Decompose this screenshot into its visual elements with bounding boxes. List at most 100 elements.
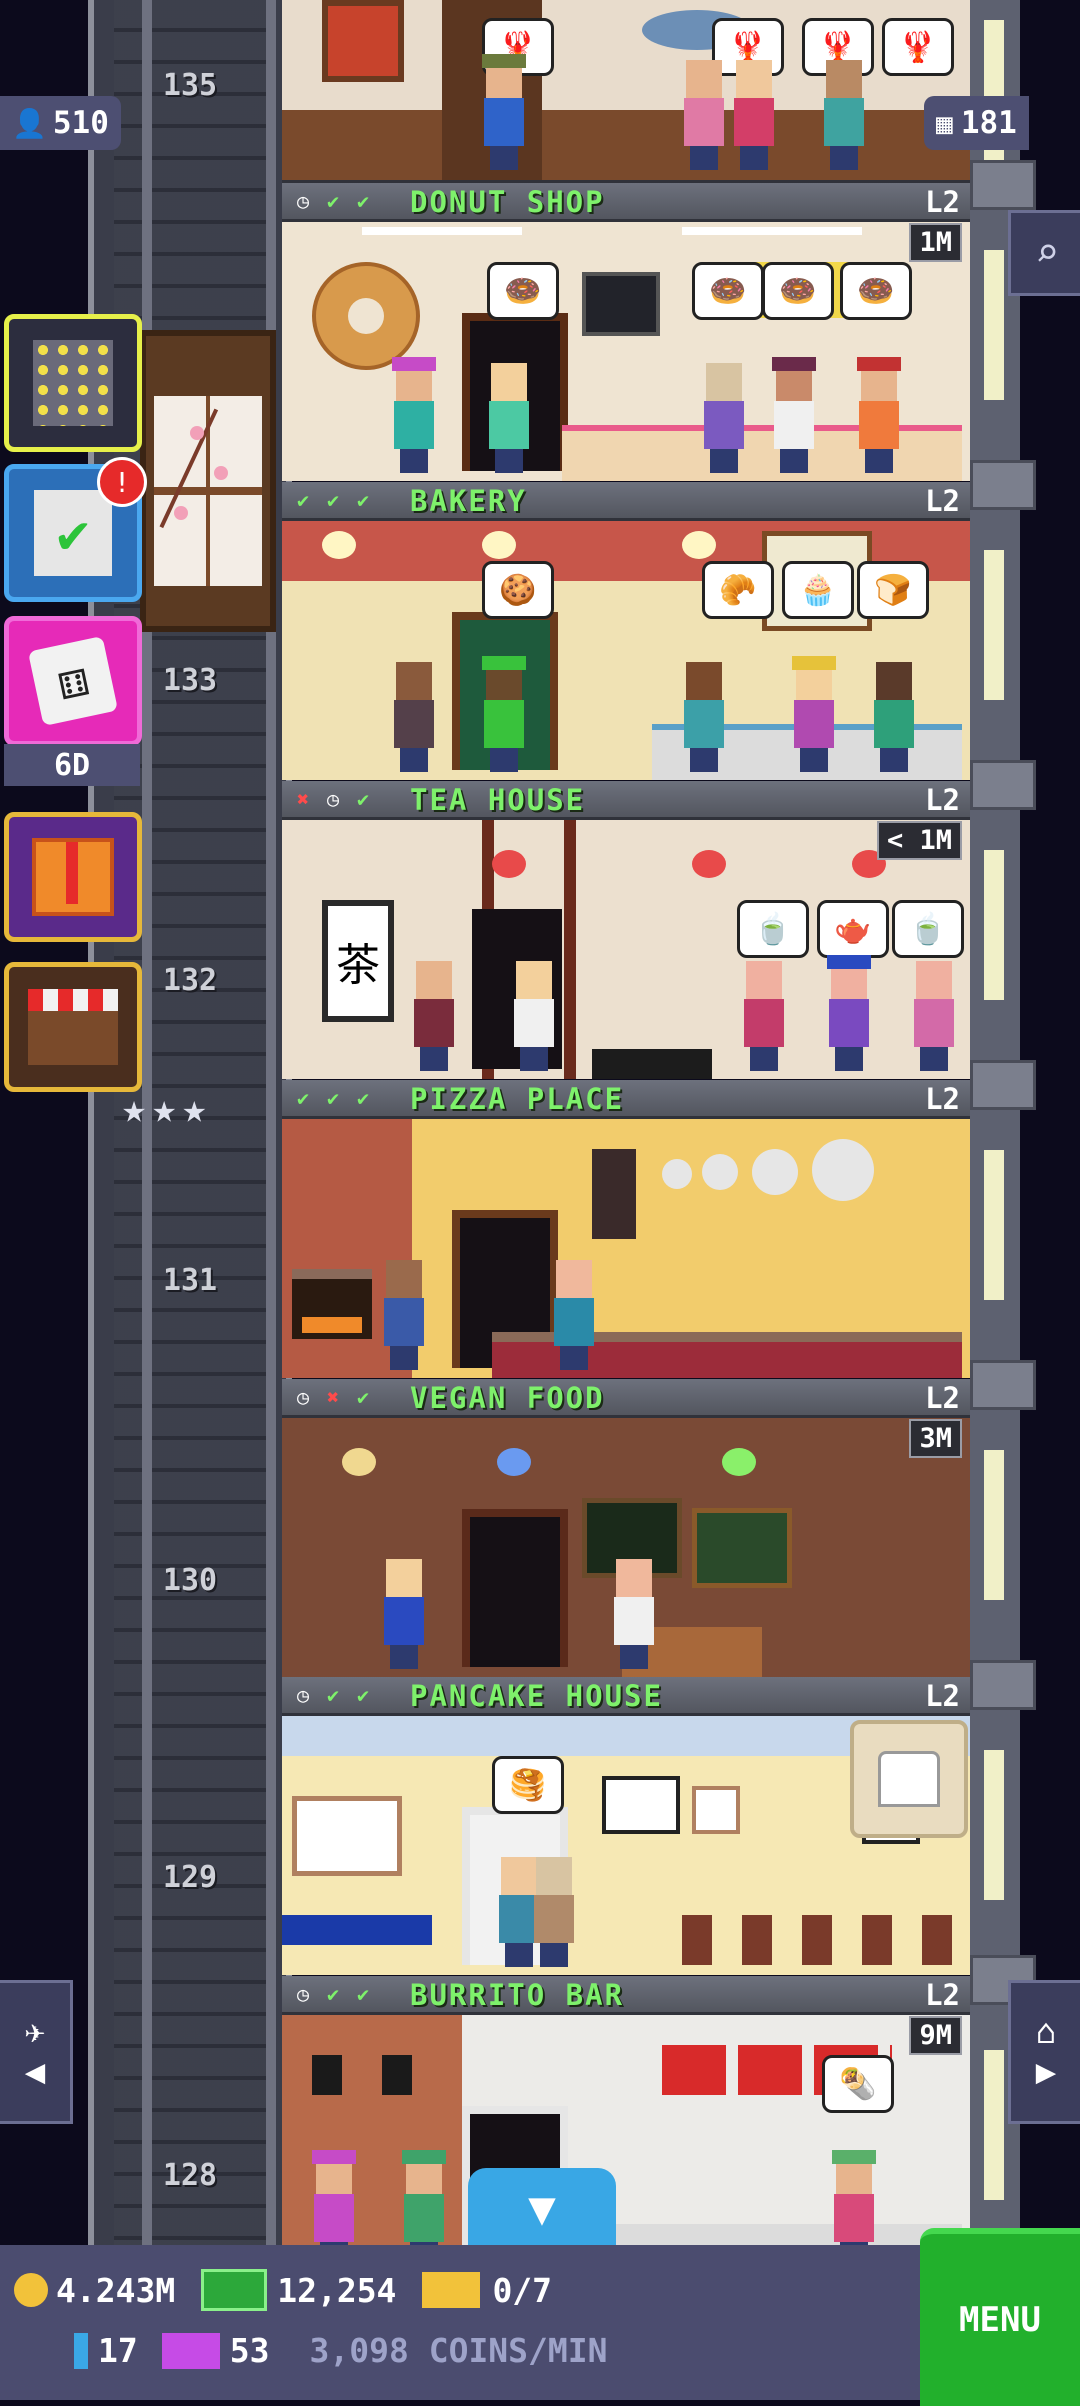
facade-ledge (970, 1060, 1036, 1110)
floor-number-130: 130 (162, 1563, 218, 1598)
check-icon: ✔ (356, 189, 370, 213)
floor-status-icons: ✔ ✔ ✔ (290, 488, 376, 512)
currency-row: 4.243M 12,254 0/7 (14, 2269, 552, 2311)
floor-vegan-food[interactable]: ◷ ✖ ✔ VEGAN FOOD L2 3M (282, 1379, 970, 1677)
floor-header: ◷ ✔ ✔ DONUT SHOP L2 (282, 183, 970, 222)
menu-button[interactable]: MENU (920, 2228, 1080, 2406)
floor-header: ◷ ✔ ✔ PANCAKE HOUSE L2 (282, 1677, 970, 1716)
build-floor-button[interactable] (4, 314, 142, 452)
floor-number-129: 129 (162, 1860, 218, 1895)
floor-header: ✔ ✔ ✔ BAKERY L2 (282, 482, 970, 521)
gift-button[interactable] (4, 812, 142, 942)
scroll-down-button[interactable]: ▼ (468, 2168, 616, 2248)
population-value: 510 (52, 105, 109, 141)
star-icon: ★ (182, 1086, 207, 1132)
floor-room[interactable]: 茶 🍵 🫖 🍵 (282, 820, 970, 1079)
bux-icon (201, 2269, 268, 2311)
floor-name: DONUT SHOP (410, 185, 605, 219)
ticket-icon (422, 2272, 481, 2308)
dice-timer: 6D (4, 744, 140, 786)
bottom-bar: 4.243M 12,254 0/7 17 53 3,098 COINS/MIN (0, 2245, 1080, 2400)
clock-icon: ◷ (296, 189, 310, 213)
check-icon: ✔ (326, 1982, 340, 2006)
elevator-car[interactable] (140, 330, 276, 632)
floor-header: ✔ ✔ ✔ PIZZA PLACE L2 (282, 1080, 970, 1119)
facade-ledge (970, 460, 1036, 510)
arrow-right-icon: ▶ (1035, 2052, 1057, 2092)
floor-number-132: 132 (162, 963, 218, 998)
facade-ledge (970, 1360, 1036, 1410)
zoom-button[interactable]: ⌕ (1008, 210, 1080, 296)
check-icon: ✔ (356, 1982, 370, 2006)
check-icon: ✔ (356, 1086, 370, 1110)
clock-icon: ◷ (296, 1982, 310, 2006)
home-forward-button[interactable]: ⌂ ▶ (1008, 1980, 1080, 2124)
floor-status-icons: ✔ ✔ ✔ (290, 1086, 376, 1110)
check-icon: ✔ (356, 1683, 370, 1707)
check-icon: ✔ (356, 1385, 370, 1409)
clipboard-check-icon: ✔ (34, 490, 112, 576)
clock-icon: ◷ (326, 787, 340, 811)
floors-counter[interactable]: ▦ 181 (924, 96, 1029, 150)
chef-hat-icon[interactable] (850, 1720, 968, 1838)
chevron-down-icon: ▼ (528, 2181, 556, 2235)
floor-room[interactable] (282, 1119, 970, 1378)
airplane-back-button[interactable]: ✈ ◀ (0, 1980, 73, 2124)
floor-header: ◷ ✔ ✔ BURRITO BAR L2 (282, 1976, 970, 2015)
floor-status-icons: ◷ ✔ ✔ (290, 189, 376, 213)
floor-donut-shop[interactable]: ◷ ✔ ✔ DONUT SHOP L2 🍩 🍩 🍩 🍩 1M (282, 183, 970, 481)
coin-icon (14, 2273, 48, 2307)
floor-room[interactable]: 🍩 🍩 🍩 🍩 (282, 222, 970, 481)
key-icon (74, 2332, 88, 2369)
floor-name: TEA HOUSE (410, 783, 586, 817)
person-icon: 👤 (12, 106, 47, 140)
floor-135-room[interactable]: 🦞 🦞 🦞 🦞 (282, 0, 970, 183)
floor-status-icons: ◷ ✖ ✔ (290, 1385, 376, 1409)
x-icon: ✖ (296, 787, 310, 811)
floor-pizza-place[interactable]: ✔ ✔ ✔ PIZZA PLACE L2 (282, 1080, 970, 1378)
floor-name: PIZZA PLACE (410, 1082, 625, 1116)
floor-room[interactable]: 🌯 (282, 2015, 970, 2274)
floor-header: ◷ ✖ ✔ VEGAN FOOD L2 (282, 1379, 970, 1418)
facade-ledge (970, 760, 1036, 810)
floor-burrito-bar[interactable]: ◷ ✔ ✔ BURRITO BAR L2 🌯 9M (282, 1976, 970, 2274)
floor-room[interactable] (282, 1418, 970, 1677)
arrow-left-icon: ◀ (24, 2052, 46, 2092)
floor-level: L2 (925, 185, 960, 219)
vip-icon (161, 2332, 220, 2369)
floor-level: L2 (925, 1082, 960, 1116)
floor-number-128: 128 (162, 2158, 218, 2193)
floor-level: L2 (925, 783, 960, 817)
floor-status-icons: ◷ ✔ ✔ (290, 1683, 376, 1707)
floor-header: ✖ ◷ ✔ TEA HOUSE L2 (282, 781, 970, 820)
check-icon: ✔ (356, 787, 370, 811)
market-stall-button[interactable] (4, 962, 142, 1092)
tea-sign: 茶 (322, 900, 394, 1022)
building-icon (33, 340, 113, 426)
resource-row: 17 53 3,098 COINS/MIN (74, 2331, 608, 2370)
floor-bakery[interactable]: ✔ ✔ ✔ BAKERY L2 🍪 🥐 🧁 🍞 (282, 482, 970, 780)
floor-level: L2 (925, 1381, 960, 1415)
check-icon: ✔ (326, 488, 340, 512)
vip-value: 53 (229, 2331, 270, 2370)
stock-badge: 9M (909, 2016, 962, 2055)
bux-value: 12,254 (277, 2270, 397, 2310)
keys-value: 17 (98, 2331, 138, 2370)
dice-icon: ⚅ (27, 635, 119, 727)
floor-tea-house[interactable]: ✖ ◷ ✔ TEA HOUSE L2 茶 🍵 🫖 🍵 < 1M (282, 781, 970, 1079)
floor-name: PANCAKE HOUSE (410, 1679, 663, 1713)
floor-number-131: 131 (162, 1263, 218, 1298)
dice-button[interactable]: ⚅ (4, 616, 142, 746)
population-counter[interactable]: 👤 510 (0, 96, 121, 150)
airplane-icon: ✈ (24, 2012, 46, 2052)
alert-badge: ! (97, 457, 147, 507)
stock-badge: 1M (909, 223, 962, 262)
building-icon: ▦ (936, 106, 953, 140)
x-icon: ✖ (326, 1385, 340, 1409)
stock-badge: 3M (909, 1419, 962, 1458)
check-icon: ✔ (326, 189, 340, 213)
floor-room[interactable]: 🍪 🥐 🧁 🍞 (282, 521, 970, 780)
check-icon: ✔ (296, 488, 310, 512)
floor-name: BAKERY (410, 484, 527, 518)
missions-button[interactable]: ✔ ! (4, 457, 147, 602)
